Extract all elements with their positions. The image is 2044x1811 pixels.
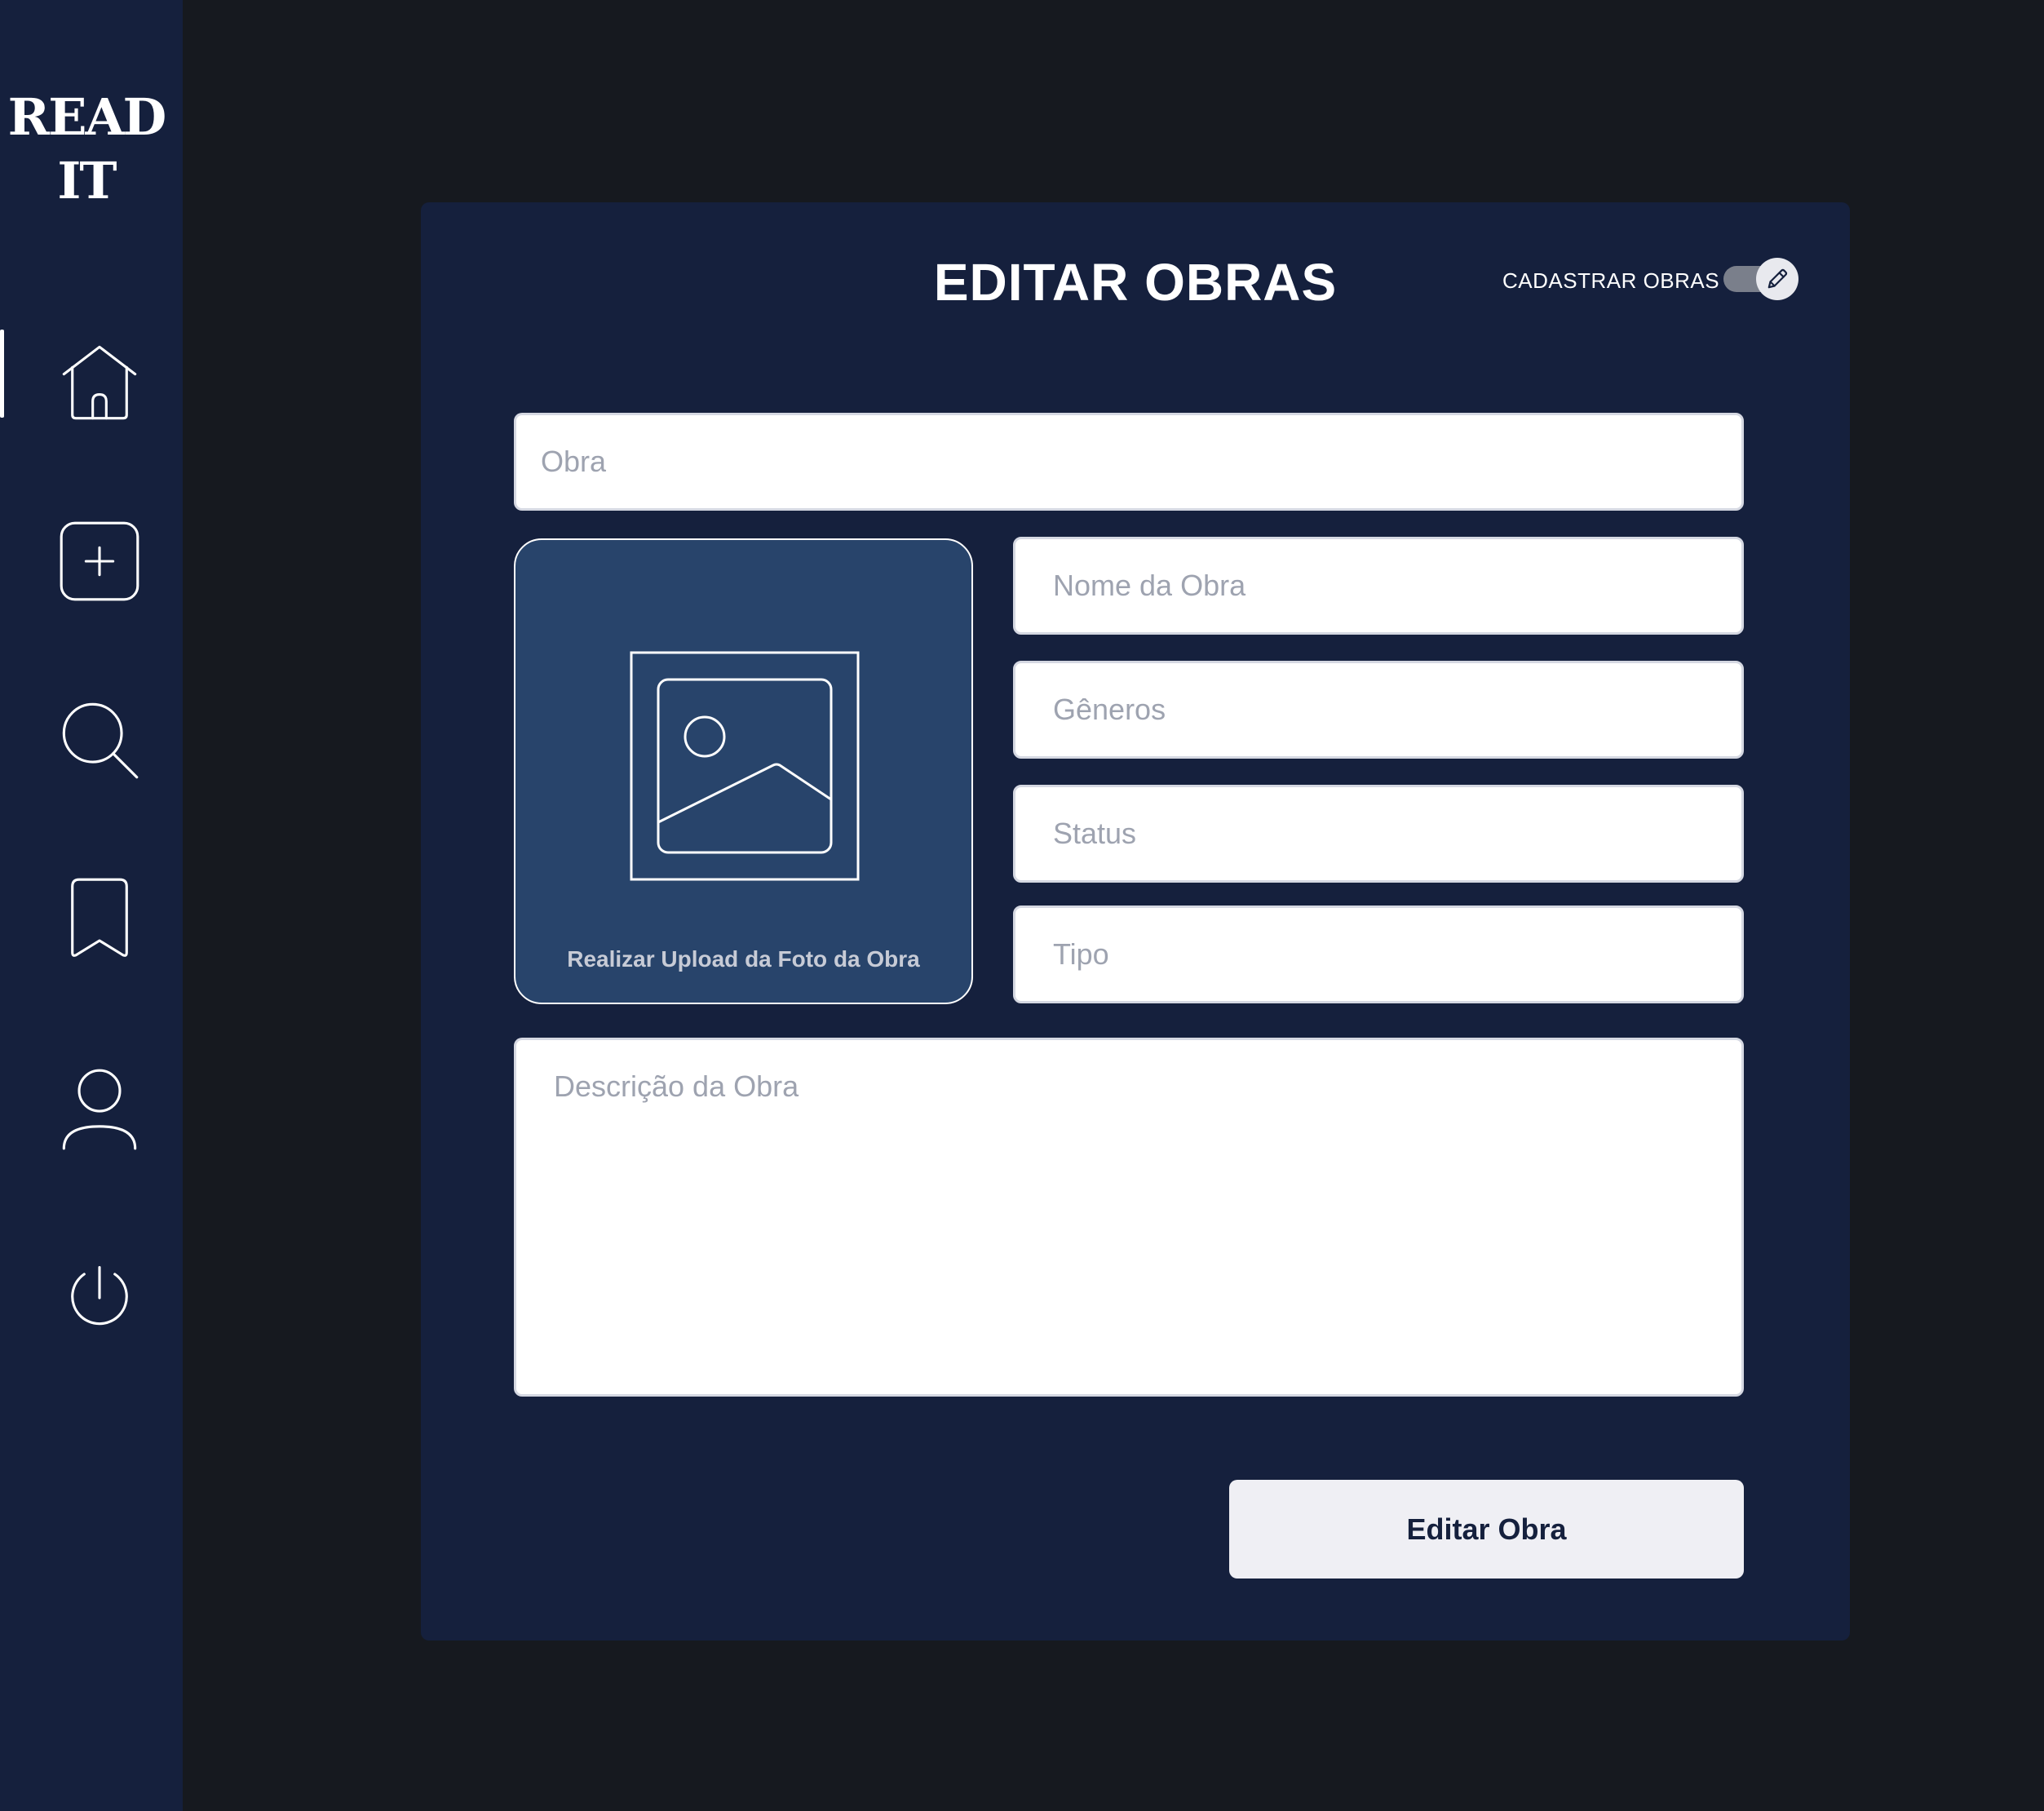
obra-select[interactable]: Obra: [514, 413, 1744, 511]
work-name-placeholder: Nome da Obra: [1053, 569, 1246, 602]
upload-photo-button[interactable]: Realizar Upload da Foto da Obra: [514, 538, 973, 1004]
sidebar-item-logout[interactable]: [49, 1247, 150, 1348]
toggle-label: CADASTRAR OBRAS: [1502, 268, 1720, 293]
sidebar-item-home[interactable]: [49, 332, 150, 433]
mode-toggle[interactable]: [1723, 256, 1802, 302]
type-placeholder: Tipo: [1053, 937, 1109, 971]
upload-label: Realizar Upload da Foto da Obra: [567, 946, 920, 972]
status-placeholder: Status: [1053, 817, 1137, 850]
toggle-knob: [1756, 258, 1798, 300]
sidebar: READ IT: [0, 0, 183, 1811]
image-icon: [630, 651, 860, 881]
app-root: READ IT EDITAR OBRAS CADASTRAR OBRAS Obr…: [0, 0, 2044, 1811]
sidebar-item-profile[interactable]: [49, 1059, 150, 1160]
logo-line-1: READ: [7, 87, 167, 147]
home-icon: [62, 345, 137, 420]
bookmark-icon: [71, 878, 128, 957]
work-name-input[interactable]: Nome da Obra: [1013, 537, 1744, 635]
logo-line-2: IT: [57, 151, 117, 210]
genres-placeholder: Gêneros: [1053, 693, 1166, 726]
edit-works-panel: EDITAR OBRAS CADASTRAR OBRAS Obra Realiz…: [421, 202, 1850, 1641]
status-input[interactable]: Status: [1013, 785, 1744, 883]
type-input[interactable]: Tipo: [1013, 906, 1744, 1003]
power-icon: [71, 1266, 128, 1326]
sidebar-item-add[interactable]: [49, 511, 150, 612]
sidebar-item-search[interactable]: [49, 689, 150, 790]
pencil-icon: [1767, 268, 1788, 289]
search-icon: [62, 702, 139, 779]
active-indicator: [0, 330, 4, 418]
description-textarea[interactable]: Descrição da Obra: [514, 1038, 1744, 1397]
description-placeholder: Descrição da Obra: [554, 1069, 799, 1103]
sidebar-item-bookmarks[interactable]: [49, 868, 150, 969]
genres-input[interactable]: Gêneros: [1013, 661, 1744, 759]
edit-work-button[interactable]: Editar Obra: [1229, 1480, 1744, 1579]
obra-placeholder: Obra: [541, 445, 607, 478]
user-icon: [62, 1069, 137, 1150]
plus-square-icon: [60, 521, 139, 601]
app-logo[interactable]: READ IT: [0, 86, 173, 213]
